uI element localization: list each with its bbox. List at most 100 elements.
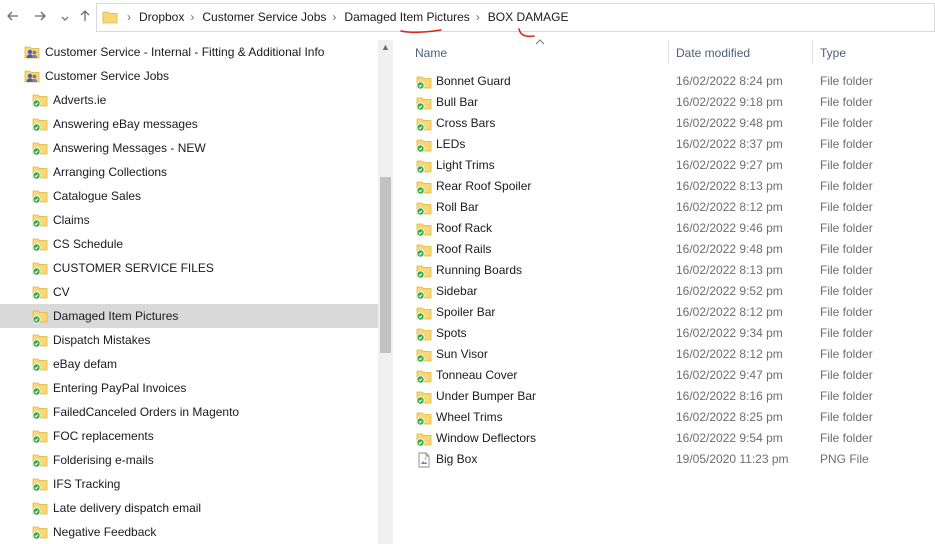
file-row[interactable]: Roof Rack 16/02/2022 9:46 pm File folder (394, 218, 935, 239)
tree-item[interactable]: Entering PayPal Invoices (0, 376, 378, 400)
tree-item[interactable]: CV (0, 280, 378, 304)
tree-item-label: Arranging Collections (53, 165, 168, 179)
synced-folder-icon (32, 332, 48, 348)
tree-item[interactable]: eBay defam (0, 352, 378, 376)
breadcrumb: › Dropbox › Customer Service Jobs › Dama… (121, 4, 568, 31)
folder-icon (416, 305, 432, 324)
file-type: File folder (820, 326, 873, 340)
file-date: 16/02/2022 9:18 pm (676, 95, 783, 109)
tree-item[interactable]: Answering eBay messages (0, 112, 378, 136)
navigation-tree: Customer Service - Internal - Fitting & … (0, 36, 378, 544)
column-divider[interactable] (668, 40, 669, 64)
tree-item[interactable]: Dispatch Mistakes (0, 328, 378, 352)
synced-folder-icon (32, 236, 48, 252)
tree-item[interactable]: CS Schedule (0, 232, 378, 256)
tree-item-label: Folderising e-mails (53, 453, 154, 467)
back-button[interactable] (4, 9, 22, 27)
chevron-right-icon[interactable]: › (326, 4, 344, 31)
file-date: 16/02/2022 9:27 pm (676, 158, 783, 172)
file-name: LEDs (436, 137, 466, 151)
folder-icon (416, 284, 432, 303)
tree-item-label: CUSTOMER SERVICE FILES (53, 261, 214, 275)
file-row[interactable]: Spoiler Bar 16/02/2022 8:12 pm File folder (394, 302, 935, 323)
tree-item[interactable]: Folderising e-mails (0, 448, 378, 472)
file-date: 16/02/2022 9:47 pm (676, 368, 783, 382)
address-bar[interactable]: › Dropbox › Customer Service Jobs › Dama… (96, 3, 935, 32)
breadcrumb-dropbox[interactable]: Dropbox (139, 4, 184, 31)
file-date: 16/02/2022 9:54 pm (676, 431, 783, 445)
forward-button[interactable] (31, 9, 49, 27)
breadcrumb-box-damage[interactable]: BOX DAMAGE (488, 4, 569, 31)
up-button[interactable] (76, 9, 94, 27)
tree-item[interactable]: Customer Service Jobs (0, 64, 378, 88)
column-header-type[interactable]: Type (820, 43, 846, 63)
tree-item[interactable]: Arranging Collections (0, 160, 378, 184)
file-name: Under Bumper Bar (436, 389, 537, 403)
breadcrumb-damaged-item-pictures[interactable]: Damaged Item Pictures (344, 4, 469, 31)
tree-item[interactable]: Claims (0, 208, 378, 232)
file-row[interactable]: LEDs 16/02/2022 8:37 pm File folder (394, 134, 935, 155)
file-date: 16/02/2022 8:37 pm (676, 137, 783, 151)
scroll-up-icon[interactable]: ▲ (378, 42, 393, 52)
tree-item[interactable]: Answering Messages - NEW (0, 136, 378, 160)
file-row[interactable]: Under Bumper Bar 16/02/2022 8:16 pm File f… (394, 386, 935, 407)
scrollbar-thumb[interactable] (380, 177, 391, 353)
tree-item[interactable]: Negative Feedback (0, 520, 378, 544)
tree-item[interactable]: Catalogue Sales (0, 184, 378, 208)
synced-folder-icon (32, 188, 48, 204)
tree-item[interactable]: IFS Tracking (0, 472, 378, 496)
tree-item-label: Customer Service - Internal - Fitting & … (45, 45, 325, 59)
tree-item[interactable]: CUSTOMER SERVICE FILES (0, 256, 378, 280)
synced-folder-icon (32, 380, 48, 396)
file-row[interactable]: Running Boards 16/02/2022 8:13 pm File fol… (394, 260, 935, 281)
file-row[interactable]: Big Box 19/05/2020 11:23 pm PNG File (394, 449, 935, 470)
file-date: 16/02/2022 9:46 pm (676, 221, 783, 235)
file-row[interactable]: Cross Bars 16/02/2022 9:48 pm File folder (394, 113, 935, 134)
tree-item-label: Entering PayPal Invoices (53, 381, 187, 395)
tree-item[interactable]: FOC replacements (0, 424, 378, 448)
folder-icon (416, 137, 432, 156)
tree-item[interactable]: Damaged Item Pictures (0, 304, 378, 328)
file-name: Bonnet Guard (436, 74, 511, 88)
file-row[interactable]: Sidebar 16/02/2022 9:52 pm File folder (394, 281, 935, 302)
folder-icon (416, 74, 432, 93)
file-name: Sidebar (436, 284, 478, 298)
tree-item[interactable]: Adverts.ie (0, 88, 378, 112)
tree-item[interactable]: Late delivery dispatch email (0, 496, 378, 520)
column-header-name[interactable]: Name (415, 43, 447, 63)
file-name: Roof Rack (436, 221, 493, 235)
file-date: 16/02/2022 9:48 pm (676, 116, 783, 130)
tree-item[interactable]: Customer Service - Internal - Fitting & … (0, 40, 378, 64)
synced-folder-icon (32, 524, 48, 540)
tree-scrollbar[interactable]: ▲ (378, 40, 393, 544)
file-name: Sun Visor (436, 347, 488, 361)
file-row[interactable]: Bull Bar 16/02/2022 9:18 pm File folder (394, 92, 935, 113)
file-row[interactable]: Wheel Trims 16/02/2022 8:25 pm File folder (394, 407, 935, 428)
file-row[interactable]: Rear Roof Spoiler 16/02/2022 8:13 pm File … (394, 176, 935, 197)
breadcrumb-customer-service-jobs[interactable]: Customer Service Jobs (202, 4, 326, 31)
tree-item-label: Late delivery dispatch email (53, 501, 202, 515)
tree-item-label: IFS Tracking (53, 477, 121, 491)
chevron-right-icon[interactable]: › (184, 4, 202, 31)
file-row[interactable]: Roof Rails 16/02/2022 9:48 pm File folder (394, 239, 935, 260)
chevron-right-icon[interactable]: › (121, 4, 139, 31)
file-row[interactable]: Spots 16/02/2022 9:34 pm File folder (394, 323, 935, 344)
file-row[interactable]: Tonneau Cover 16/02/2022 9:47 pm File fold… (394, 365, 935, 386)
column-header-date[interactable]: Date modified (676, 43, 750, 63)
file-row[interactable]: Bonnet Guard 16/02/2022 8:24 pm File folde… (394, 71, 935, 92)
recent-locations-button[interactable] (56, 9, 74, 27)
tree-item[interactable]: FailedCanceled Orders in Magento (0, 400, 378, 424)
file-date: 16/02/2022 9:48 pm (676, 242, 783, 256)
chevron-right-icon[interactable]: › (470, 4, 488, 31)
file-type: File folder (820, 221, 873, 235)
synced-folder-icon (32, 92, 48, 108)
file-type: File folder (820, 116, 873, 130)
file-row[interactable]: Light Trims 16/02/2022 9:27 pm File folder (394, 155, 935, 176)
file-row[interactable]: Roll Bar 16/02/2022 8:12 pm File folder (394, 197, 935, 218)
tree-item-label: Damaged Item Pictures (53, 309, 179, 323)
file-type: File folder (820, 305, 873, 319)
file-row[interactable]: Sun Visor 16/02/2022 8:12 pm File folder (394, 344, 935, 365)
file-row[interactable]: Window Deflectors 16/02/2022 9:54 pm File … (394, 428, 935, 449)
column-divider[interactable] (812, 40, 813, 64)
file-date: 16/02/2022 8:24 pm (676, 74, 783, 88)
